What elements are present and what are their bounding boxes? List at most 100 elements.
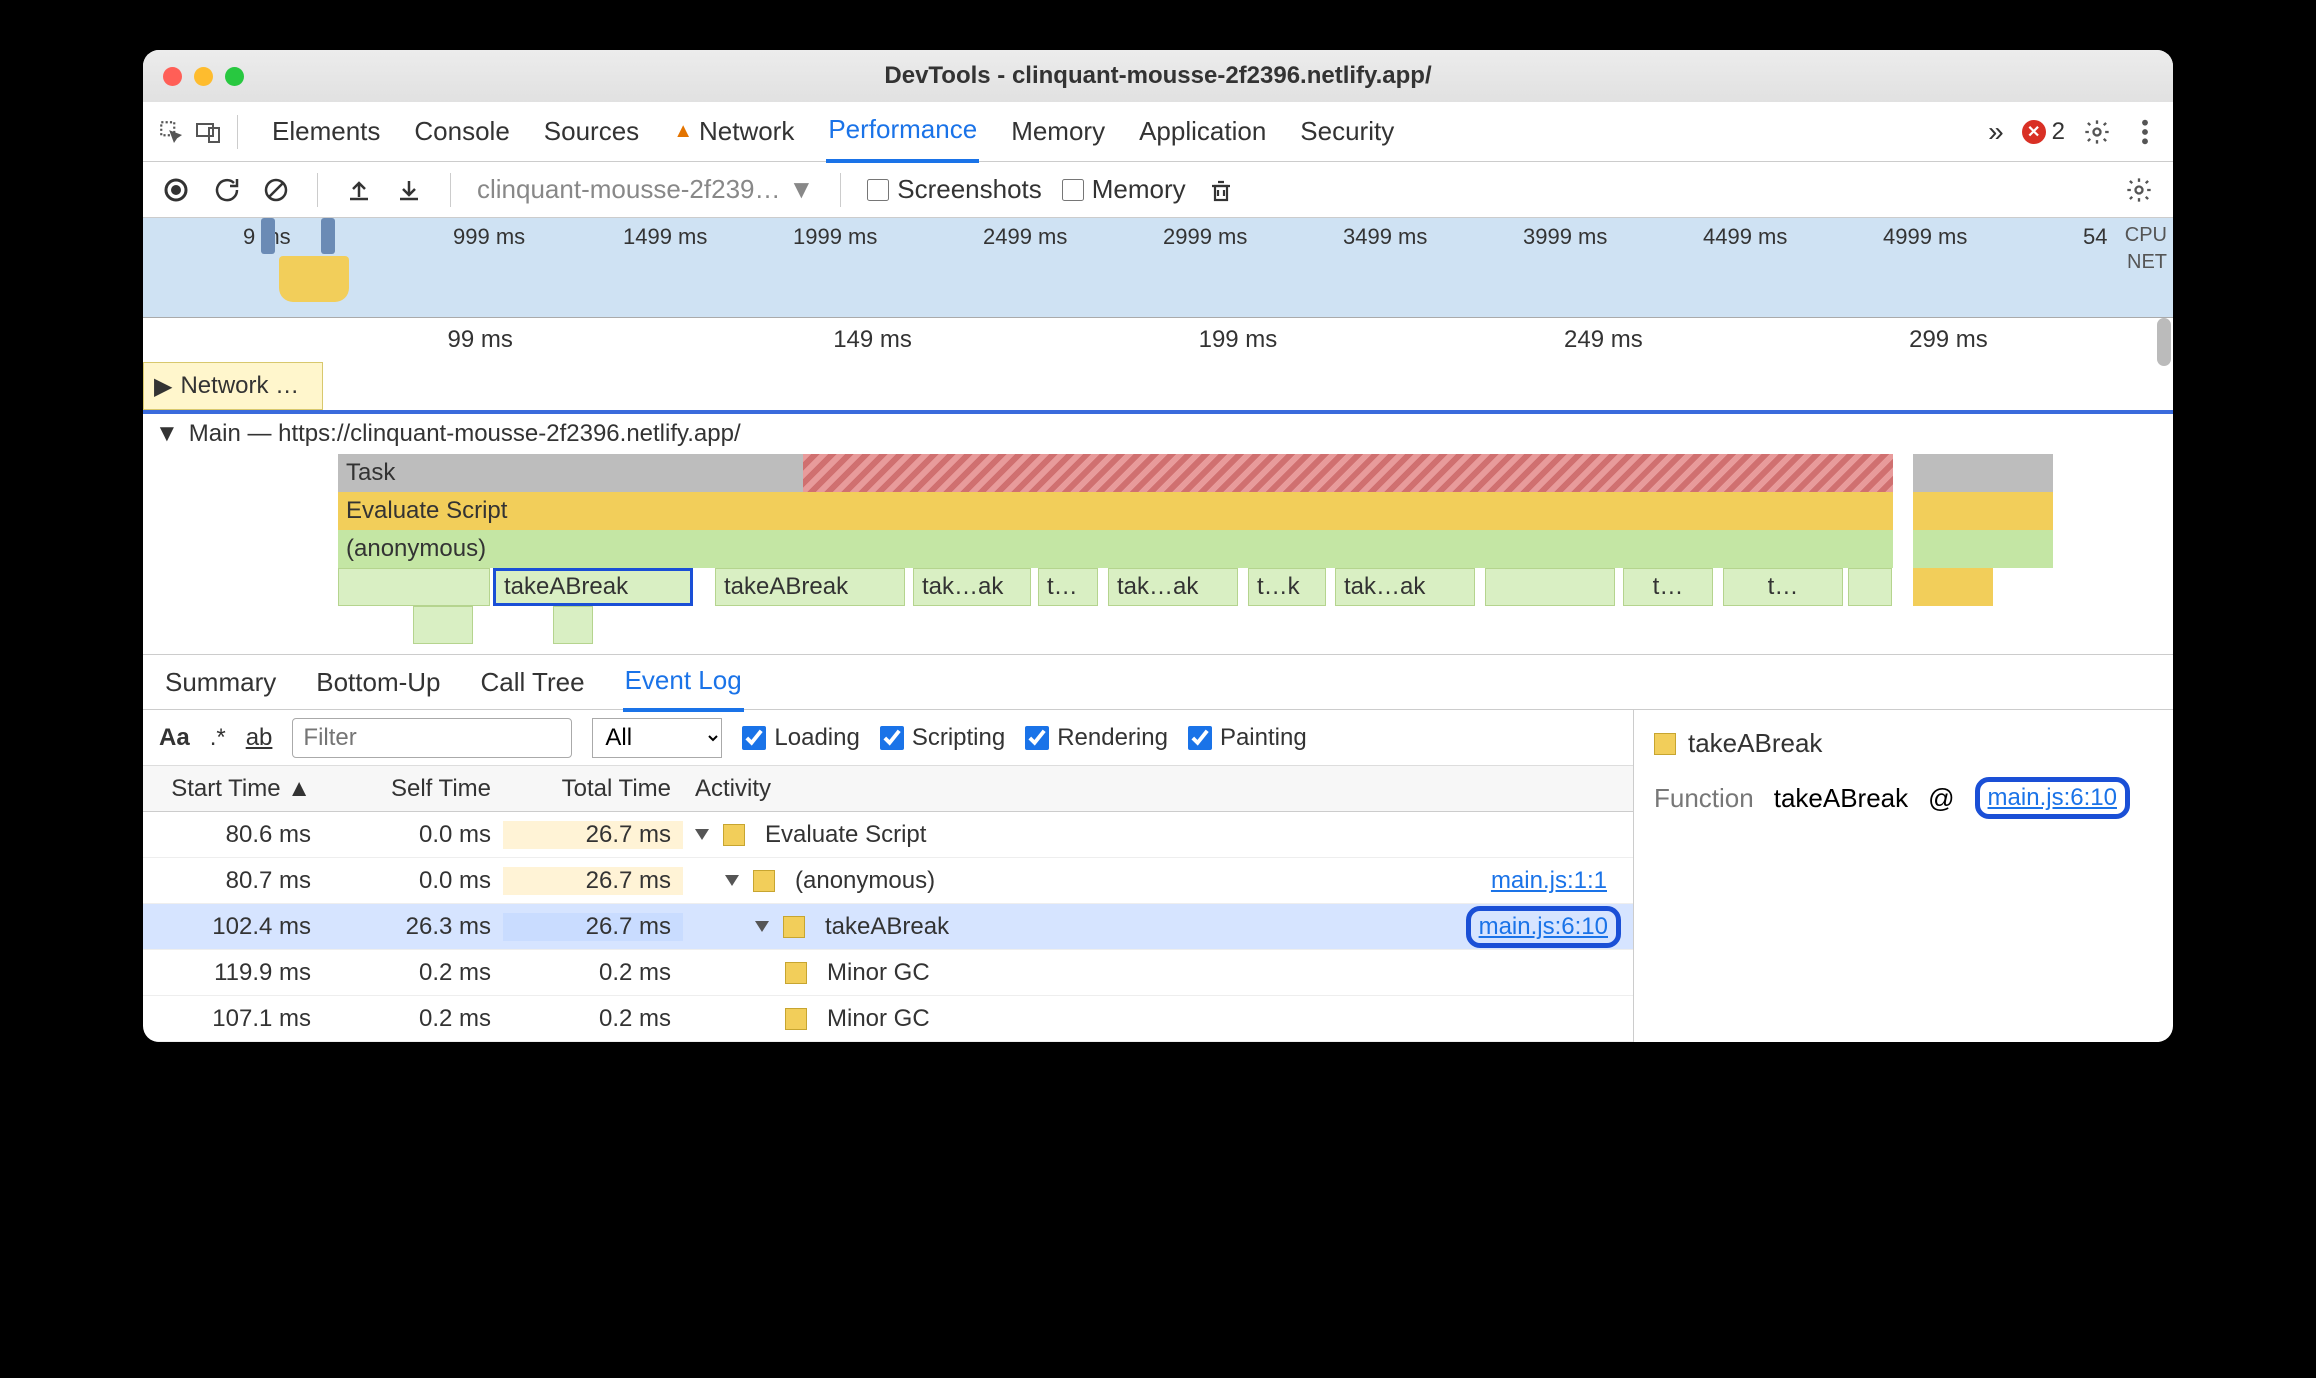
- disclosure-triangle-icon[interactable]: [725, 875, 739, 886]
- flame-call[interactable]: [338, 568, 490, 606]
- table-row[interactable]: 80.7 ms0.0 ms26.7 ms(anonymous)main.js:1…: [143, 858, 1633, 904]
- flame-call[interactable]: [553, 606, 593, 644]
- flame-call[interactable]: takeABreak: [715, 568, 905, 606]
- collect-garbage-button[interactable]: [1206, 175, 1236, 205]
- overview-window-handle-right[interactable]: [321, 218, 335, 254]
- tab-console[interactable]: Console: [412, 100, 511, 163]
- flame-task[interactable]: Task: [338, 454, 803, 492]
- rendering-checkbox-input[interactable]: [1025, 726, 1049, 750]
- tab-call-tree[interactable]: Call Tree: [479, 655, 587, 710]
- scripting-checkbox[interactable]: Scripting: [880, 724, 1005, 752]
- tab-elements[interactable]: Elements: [270, 100, 382, 163]
- tab-network[interactable]: ▲Network: [671, 100, 796, 163]
- main-track-label: Main — https://clinquant-mousse-2f2396.n…: [189, 420, 741, 448]
- table-row[interactable]: 80.6 ms0.0 ms26.7 msEvaluate Script: [143, 812, 1633, 858]
- rendering-checkbox[interactable]: Rendering: [1025, 724, 1168, 752]
- flame-call[interactable]: [1848, 568, 1892, 606]
- play-icon: ▶: [154, 372, 172, 401]
- loading-checkbox[interactable]: Loading: [742, 724, 859, 752]
- download-button[interactable]: [394, 175, 424, 205]
- memory-checkbox-input[interactable]: [1062, 179, 1084, 201]
- device-toolbar-icon[interactable]: [193, 116, 225, 148]
- match-case-icon[interactable]: Aa: [159, 724, 190, 752]
- category-select[interactable]: All: [592, 718, 722, 758]
- cell-activity: (anonymous)main.js:1:1: [683, 867, 1633, 895]
- col-self-time[interactable]: Self Time: [323, 775, 503, 803]
- tab-sources[interactable]: Sources: [542, 100, 641, 163]
- error-count[interactable]: ✕ 2: [2022, 118, 2065, 146]
- table-row[interactable]: 119.9 ms0.2 ms0.2 msMinor GC: [143, 950, 1633, 996]
- flame-call[interactable]: t…: [1723, 568, 1843, 606]
- flame-anonymous[interactable]: (anonymous): [338, 530, 1893, 568]
- timeline-overview[interactable]: 9 ms 999 ms 1499 ms 1999 ms 2499 ms 2999…: [143, 218, 2173, 318]
- reload-record-button[interactable]: [211, 175, 241, 205]
- loading-checkbox-input[interactable]: [742, 726, 766, 750]
- source-link[interactable]: main.js:6:10: [1466, 906, 1621, 948]
- match-whole-word-icon[interactable]: ab: [246, 724, 273, 752]
- overview-window-handle-left[interactable]: [261, 218, 275, 254]
- clear-button[interactable]: [261, 175, 291, 205]
- inspect-element-icon[interactable]: [155, 116, 187, 148]
- screenshots-checkbox-input[interactable]: [867, 179, 889, 201]
- recording-select[interactable]: clinquant-mousse-2f239…▼: [477, 174, 814, 205]
- tab-bottom-up[interactable]: Bottom-Up: [314, 655, 442, 710]
- flame-call[interactable]: t…: [1623, 568, 1713, 606]
- flame-bar[interactable]: [1913, 492, 2053, 530]
- painting-checkbox[interactable]: Painting: [1188, 724, 1307, 752]
- flame-evaluate-script[interactable]: Evaluate Script: [338, 492, 1893, 530]
- loading-label: Loading: [774, 724, 859, 752]
- tab-event-log[interactable]: Event Log: [623, 653, 744, 712]
- painting-checkbox-input[interactable]: [1188, 726, 1212, 750]
- table-row[interactable]: 107.1 ms0.2 ms0.2 msMinor GC: [143, 996, 1633, 1042]
- zoom-window-button[interactable]: [225, 67, 244, 86]
- upload-button[interactable]: [344, 175, 374, 205]
- record-button[interactable]: [161, 175, 191, 205]
- filter-input[interactable]: [292, 718, 572, 758]
- flame-call[interactable]: [413, 606, 473, 644]
- category-color-icon: [723, 824, 745, 846]
- table-row[interactable]: 102.4 ms26.3 ms26.7 mstakeABreakmain.js:…: [143, 904, 1633, 950]
- scrollbar-thumb[interactable]: [2157, 318, 2171, 366]
- flame-task[interactable]: [1913, 454, 2053, 492]
- cell-total-time: 0.2 ms: [503, 1005, 683, 1033]
- regex-icon[interactable]: .*: [210, 724, 226, 752]
- separator: [317, 173, 318, 207]
- flame-call[interactable]: t…k: [1248, 568, 1326, 606]
- flame-bar[interactable]: [1913, 568, 1993, 606]
- col-total-time[interactable]: Total Time: [503, 775, 683, 803]
- close-window-button[interactable]: [163, 67, 182, 86]
- tab-summary[interactable]: Summary: [163, 655, 278, 710]
- details-source-link[interactable]: main.js:6:10: [1975, 777, 2130, 819]
- source-link[interactable]: main.js:1:1: [1491, 867, 1621, 895]
- kebab-menu-icon[interactable]: [2129, 116, 2161, 148]
- disclosure-triangle-icon[interactable]: [695, 829, 709, 840]
- capture-settings-icon[interactable]: [2123, 174, 2155, 206]
- memory-checkbox[interactable]: Memory: [1062, 174, 1186, 205]
- tabs-overflow-button[interactable]: »: [1986, 102, 2006, 162]
- tab-performance[interactable]: Performance: [826, 100, 979, 163]
- col-start-time[interactable]: Start Time ▲: [143, 775, 323, 803]
- disclosure-triangle-icon[interactable]: [755, 921, 769, 932]
- tab-memory[interactable]: Memory: [1009, 100, 1107, 163]
- screenshots-checkbox[interactable]: Screenshots: [867, 174, 1042, 205]
- flame-call[interactable]: [1485, 568, 1615, 606]
- tab-security[interactable]: Security: [1298, 100, 1396, 163]
- flame-call[interactable]: tak…ak: [913, 568, 1031, 606]
- flame-call-selected[interactable]: takeABreak: [493, 568, 693, 606]
- flame-task-long[interactable]: [803, 454, 1893, 492]
- main-track-header[interactable]: ▼ Main — https://clinquant-mousse-2f2396…: [143, 410, 2173, 454]
- flame-call[interactable]: tak…ak: [1335, 568, 1475, 606]
- tab-application[interactable]: Application: [1137, 100, 1268, 163]
- flame-call[interactable]: t…: [1038, 568, 1098, 606]
- flame-call[interactable]: tak…ak: [1108, 568, 1238, 606]
- panel-tabbar: Elements Console Sources ▲Network Perfor…: [143, 102, 2173, 162]
- flame-bar[interactable]: [1913, 530, 2053, 568]
- minimize-window-button[interactable]: [194, 67, 213, 86]
- ruler-tick: 299 ms: [1909, 326, 1988, 354]
- flame-chart[interactable]: Task Evaluate Script (anonymous) takeABr…: [143, 454, 2173, 654]
- col-activity[interactable]: Activity: [683, 775, 1633, 803]
- timeline-ruler[interactable]: 99 ms 149 ms 199 ms 249 ms 299 ms: [143, 318, 2173, 362]
- scripting-checkbox-input[interactable]: [880, 726, 904, 750]
- network-track-header[interactable]: ▶ Network …: [143, 362, 323, 410]
- settings-icon[interactable]: [2081, 116, 2113, 148]
